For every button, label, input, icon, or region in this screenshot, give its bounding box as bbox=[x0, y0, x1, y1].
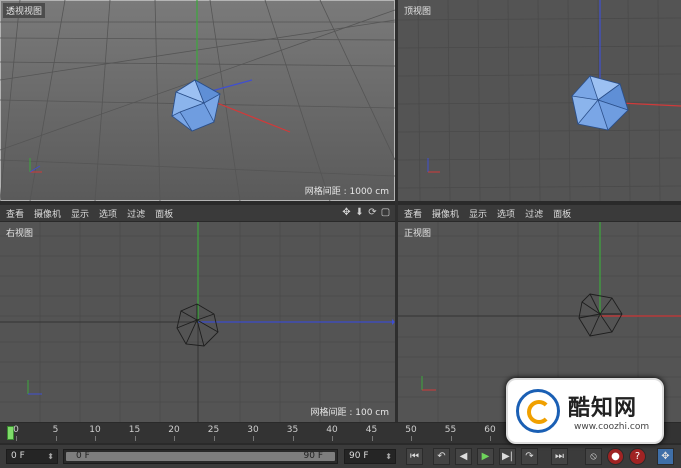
timeline-tick-label: 15 bbox=[128, 425, 141, 435]
timeline-tick-mark bbox=[332, 436, 333, 441]
viewport-top[interactable]: 顶视图 bbox=[398, 0, 681, 201]
record-icon: ● bbox=[611, 451, 620, 462]
goto-end-icon: ⏭ bbox=[555, 451, 564, 462]
menu-options[interactable]: 选项 bbox=[99, 207, 117, 220]
timeline-tick-label: 35 bbox=[286, 425, 299, 435]
frame-range-slider[interactable]: 0 F 90 F bbox=[63, 449, 338, 464]
watermark: 酷知网 www.coozhi.com bbox=[506, 378, 664, 444]
grid-spacing-readout: 网格间距 : 1000 cm bbox=[304, 187, 389, 197]
timeline-tick-mark bbox=[411, 436, 412, 441]
timeline-tick-mark bbox=[371, 436, 373, 441]
loop-button[interactable]: ⦸ bbox=[585, 448, 602, 465]
brand-logo-icon bbox=[516, 389, 560, 433]
prev-key-button[interactable]: ↶ bbox=[433, 448, 450, 465]
viewport-label: 右视图 bbox=[6, 229, 34, 239]
move-icon[interactable]: ✥ bbox=[341, 207, 352, 218]
menu-camera[interactable]: 摄像机 bbox=[34, 207, 61, 220]
timeline-tick-label: 10 bbox=[89, 425, 101, 435]
timeline-tick-label: 50 bbox=[405, 425, 417, 435]
play-back-button[interactable]: ◀ bbox=[455, 448, 472, 465]
timeline-tick-mark bbox=[174, 436, 175, 441]
goto-start-button[interactable]: ⏮ bbox=[406, 448, 423, 465]
watermark-url: www.coozhi.com bbox=[574, 422, 650, 432]
rotate-icon[interactable]: ⟳ bbox=[367, 207, 378, 218]
start-frame-value: 0 F bbox=[11, 451, 25, 461]
keyframe-button[interactable]: ✥ bbox=[657, 448, 674, 465]
timeline-tick-label: 20 bbox=[168, 425, 180, 435]
viewport-right[interactable]: 右视图 网格间距 : 100 cm bbox=[0, 222, 395, 422]
loop-icon: ⦸ bbox=[590, 451, 597, 462]
timeline-tick-mark bbox=[213, 436, 215, 441]
menu-panel[interactable]: 面板 bbox=[155, 207, 173, 220]
timeline-tick-mark bbox=[450, 436, 452, 441]
down-arrow-icon[interactable]: ⬇ bbox=[354, 207, 365, 218]
frame-range-handle[interactable] bbox=[66, 452, 335, 461]
timeline-tick-label: 25 bbox=[207, 425, 220, 435]
timeline-tick-mark bbox=[292, 436, 294, 441]
timeline-tick-mark bbox=[95, 436, 96, 441]
viewport-divider[interactable] bbox=[395, 0, 398, 422]
keyframe-icon: ✥ bbox=[661, 451, 670, 462]
stepper-icon[interactable]: ⬍ bbox=[47, 450, 54, 463]
icosahedron-object[interactable] bbox=[571, 75, 629, 131]
next-key-icon: ▶| bbox=[501, 451, 514, 462]
timeline-tick-label: 60 bbox=[484, 425, 496, 435]
start-frame-field[interactable]: 0 F ⬍ bbox=[6, 449, 58, 464]
prev-key-icon: ↶ bbox=[437, 451, 446, 462]
play-button[interactable]: ▶ bbox=[477, 448, 494, 465]
next-key-button[interactable]: ▶| bbox=[499, 448, 516, 465]
timeline-tick-mark bbox=[253, 436, 254, 441]
timeline-tick-mark bbox=[490, 436, 491, 441]
goto-start-icon: ⏮ bbox=[410, 451, 419, 462]
play-back-icon: ◀ bbox=[459, 451, 468, 462]
top-scene bbox=[398, 0, 681, 201]
stepper-icon[interactable]: ⬍ bbox=[385, 450, 392, 463]
menu-display[interactable]: 显示 bbox=[469, 207, 487, 220]
axis-gizmo bbox=[421, 376, 436, 391]
timeline-tick-mark bbox=[134, 436, 136, 441]
menu-filter[interactable]: 过滤 bbox=[127, 207, 145, 220]
end-frame-value: 90 F bbox=[349, 451, 369, 461]
play-icon: ▶ bbox=[481, 451, 490, 462]
timeline-tick-mark bbox=[16, 436, 17, 441]
viewport-label: 透视视图 bbox=[3, 3, 46, 18]
timeline-tick-label: 45 bbox=[365, 425, 378, 435]
perspective-scene bbox=[0, 0, 395, 201]
slider-start-label: 0 F bbox=[76, 451, 90, 461]
timeline-tick-label: 40 bbox=[326, 425, 338, 435]
goto-end-icon: ↷ bbox=[525, 451, 534, 462]
maximize-icon[interactable]: ▢ bbox=[380, 207, 391, 218]
grid-spacing-readout: 网格间距 : 100 cm bbox=[310, 408, 389, 418]
viewport-menubar-right: 查看 摄像机 显示 选项 过滤 面板 bbox=[398, 205, 681, 221]
timeline-tick-label: 30 bbox=[247, 425, 259, 435]
menu-panel[interactable]: 面板 bbox=[553, 207, 571, 220]
record-button[interactable]: ● bbox=[607, 448, 624, 465]
end-frame-field[interactable]: 90 F ⬍ bbox=[344, 449, 396, 464]
viewport-perspective[interactable]: 透视视图 网格间距 : 1000 cm bbox=[0, 0, 395, 201]
goto-end-button[interactable]: ↷ bbox=[521, 448, 538, 465]
autokey-icon: ? bbox=[634, 451, 641, 462]
menu-camera[interactable]: 摄像机 bbox=[432, 207, 459, 220]
menu-view[interactable]: 查看 bbox=[404, 207, 422, 220]
viewport-label: 顶视图 bbox=[404, 7, 432, 17]
slider-end-label: 90 F bbox=[303, 451, 324, 461]
goto-end-button-2[interactable]: ⏭ bbox=[551, 448, 568, 465]
timeline-tick-label: 5 bbox=[52, 425, 59, 435]
menu-view[interactable]: 查看 bbox=[6, 207, 24, 220]
viewport-menubar-left: 查看 摄像机 显示 选项 过滤 面板 ✥ ⬇ ⟳ ▢ bbox=[0, 205, 395, 221]
watermark-brand: 酷知网 bbox=[568, 396, 638, 421]
menu-filter[interactable]: 过滤 bbox=[525, 207, 543, 220]
timeline-tick-label: 55 bbox=[444, 425, 457, 435]
right-scene bbox=[0, 222, 395, 422]
timeline-tick-mark bbox=[55, 436, 57, 441]
playback-controls: 0 F ⬍ 0 F 90 F 90 F ⬍ ⏮ ↶ ◀ ▶ ▶| ↷ ⏭ ⦸ ●… bbox=[0, 445, 681, 468]
menu-options[interactable]: 选项 bbox=[497, 207, 515, 220]
timeline-tick-label: 0 bbox=[13, 425, 19, 435]
menu-display[interactable]: 显示 bbox=[71, 207, 89, 220]
viewport-label: 正视图 bbox=[404, 229, 432, 239]
autokey-button[interactable]: ? bbox=[629, 448, 646, 465]
